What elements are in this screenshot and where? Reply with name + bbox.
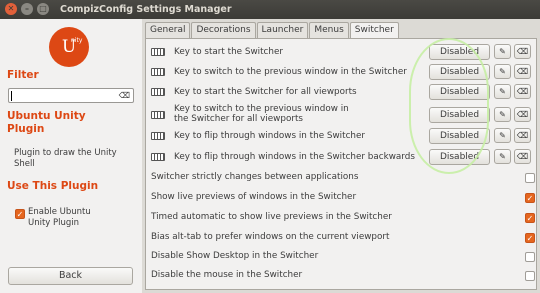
plugin-heading-line1: Ubuntu Unity	[7, 110, 86, 122]
enable-plugin-label-line2: Unity Plugin	[28, 218, 80, 228]
keybinding-label: Key to start the Switcher	[174, 47, 284, 57]
keyboard-icon	[151, 48, 165, 56]
title-bar: ✕ – □ CompizConfig Settings Manager	[0, 0, 540, 19]
option-label: Disable Show Desktop in the Switcher	[151, 251, 319, 261]
option-row: Disable the mouse in the Switcher	[146, 267, 536, 285]
option-row: Switcher strictly changes between applic…	[146, 170, 536, 188]
edit-icon[interactable]: ✎	[494, 107, 511, 122]
option-checkbox[interactable]	[525, 252, 535, 262]
option-label: Show live previews of windows in the Swi…	[151, 192, 357, 202]
keybinding-label: Key to flip through windows in the Switc…	[174, 152, 415, 162]
option-label: Disable the mouse in the Switcher	[151, 270, 303, 280]
filter-input[interactable]: ⌫	[8, 88, 134, 103]
unity-logo-icon: U nity	[49, 27, 89, 67]
keybinding-label-line2: the Switcher for all viewports	[174, 114, 303, 124]
edit-icon[interactable]: ✎	[494, 64, 511, 79]
keyboard-icon	[151, 111, 165, 119]
option-checkbox[interactable]: ✓	[525, 213, 535, 223]
text-cursor	[11, 91, 12, 101]
clear-filter-icon[interactable]: ⌫	[119, 91, 130, 101]
enable-plugin-label-line1: Enable Ubuntu	[28, 207, 91, 217]
plugin-description-line1: Plugin to draw the Unity	[14, 148, 117, 158]
back-button[interactable]: Back	[8, 267, 133, 285]
clear-icon[interactable]: ⌫	[514, 84, 531, 99]
keyboard-icon	[151, 153, 165, 161]
option-row: Disable Show Desktop in the Switcher	[146, 248, 536, 266]
keybinding-label: Key to start the Switcher for all viewpo…	[174, 87, 357, 97]
enable-plugin-checkbox[interactable]: ✓	[15, 209, 25, 219]
keyboard-icon	[151, 88, 165, 96]
option-row: Bias alt-tab to prefer windows on the cu…	[146, 229, 536, 247]
option-label: Switcher strictly changes between applic…	[151, 172, 359, 182]
highlight-annotation	[409, 38, 489, 174]
clear-icon[interactable]: ⌫	[514, 44, 531, 59]
keyboard-icon	[151, 132, 165, 140]
tab-launcher[interactable]: Launcher	[256, 22, 309, 38]
tab-decorations[interactable]: Decorations	[191, 22, 256, 38]
option-checkbox[interactable]: ✓	[525, 193, 535, 203]
edit-icon[interactable]: ✎	[494, 44, 511, 59]
edit-icon[interactable]: ✎	[494, 128, 511, 143]
tab-switcher[interactable]: Switcher	[349, 22, 399, 39]
sidebar: U nity Filter ⌫ Ubuntu Unity Plugin Plug…	[0, 19, 142, 293]
plugin-description-line2: Shell	[14, 159, 35, 169]
tab-menus[interactable]: Menus	[309, 22, 349, 38]
option-checkbox[interactable]	[525, 173, 535, 183]
option-label: Timed automatic to show live previews in…	[151, 212, 392, 222]
clear-icon[interactable]: ⌫	[514, 149, 531, 164]
window-controls: ✕ – □	[5, 3, 49, 15]
use-plugin-heading: Use This Plugin	[7, 180, 99, 192]
clear-icon[interactable]: ⌫	[514, 64, 531, 79]
keybinding-label: Key to flip through windows in the Switc…	[174, 131, 366, 141]
edit-icon[interactable]: ✎	[494, 149, 511, 164]
option-row: Timed automatic to show live previews in…	[146, 209, 536, 227]
tab-bar: General Decorations Launcher Menus Switc…	[145, 22, 400, 39]
logo-text: nity	[71, 37, 83, 44]
maximize-icon[interactable]: □	[37, 3, 49, 15]
minimize-icon[interactable]: –	[21, 3, 33, 15]
clear-icon[interactable]: ⌫	[514, 107, 531, 122]
tab-general[interactable]: General	[145, 22, 191, 38]
option-checkbox[interactable]: ✓	[525, 233, 535, 243]
option-label: Bias alt-tab to prefer windows on the cu…	[151, 232, 390, 242]
filter-heading: Filter	[7, 69, 39, 81]
option-checkbox[interactable]	[525, 271, 535, 281]
clear-icon[interactable]: ⌫	[514, 128, 531, 143]
keybinding-label: Key to switch to the previous window in …	[174, 67, 407, 77]
plugin-heading-line2: Plugin	[7, 123, 45, 135]
window-title: CompizConfig Settings Manager	[60, 4, 232, 15]
keyboard-icon	[151, 68, 165, 76]
close-icon[interactable]: ✕	[5, 3, 17, 15]
option-row: Show live previews of windows in the Swi…	[146, 189, 536, 207]
edit-icon[interactable]: ✎	[494, 84, 511, 99]
